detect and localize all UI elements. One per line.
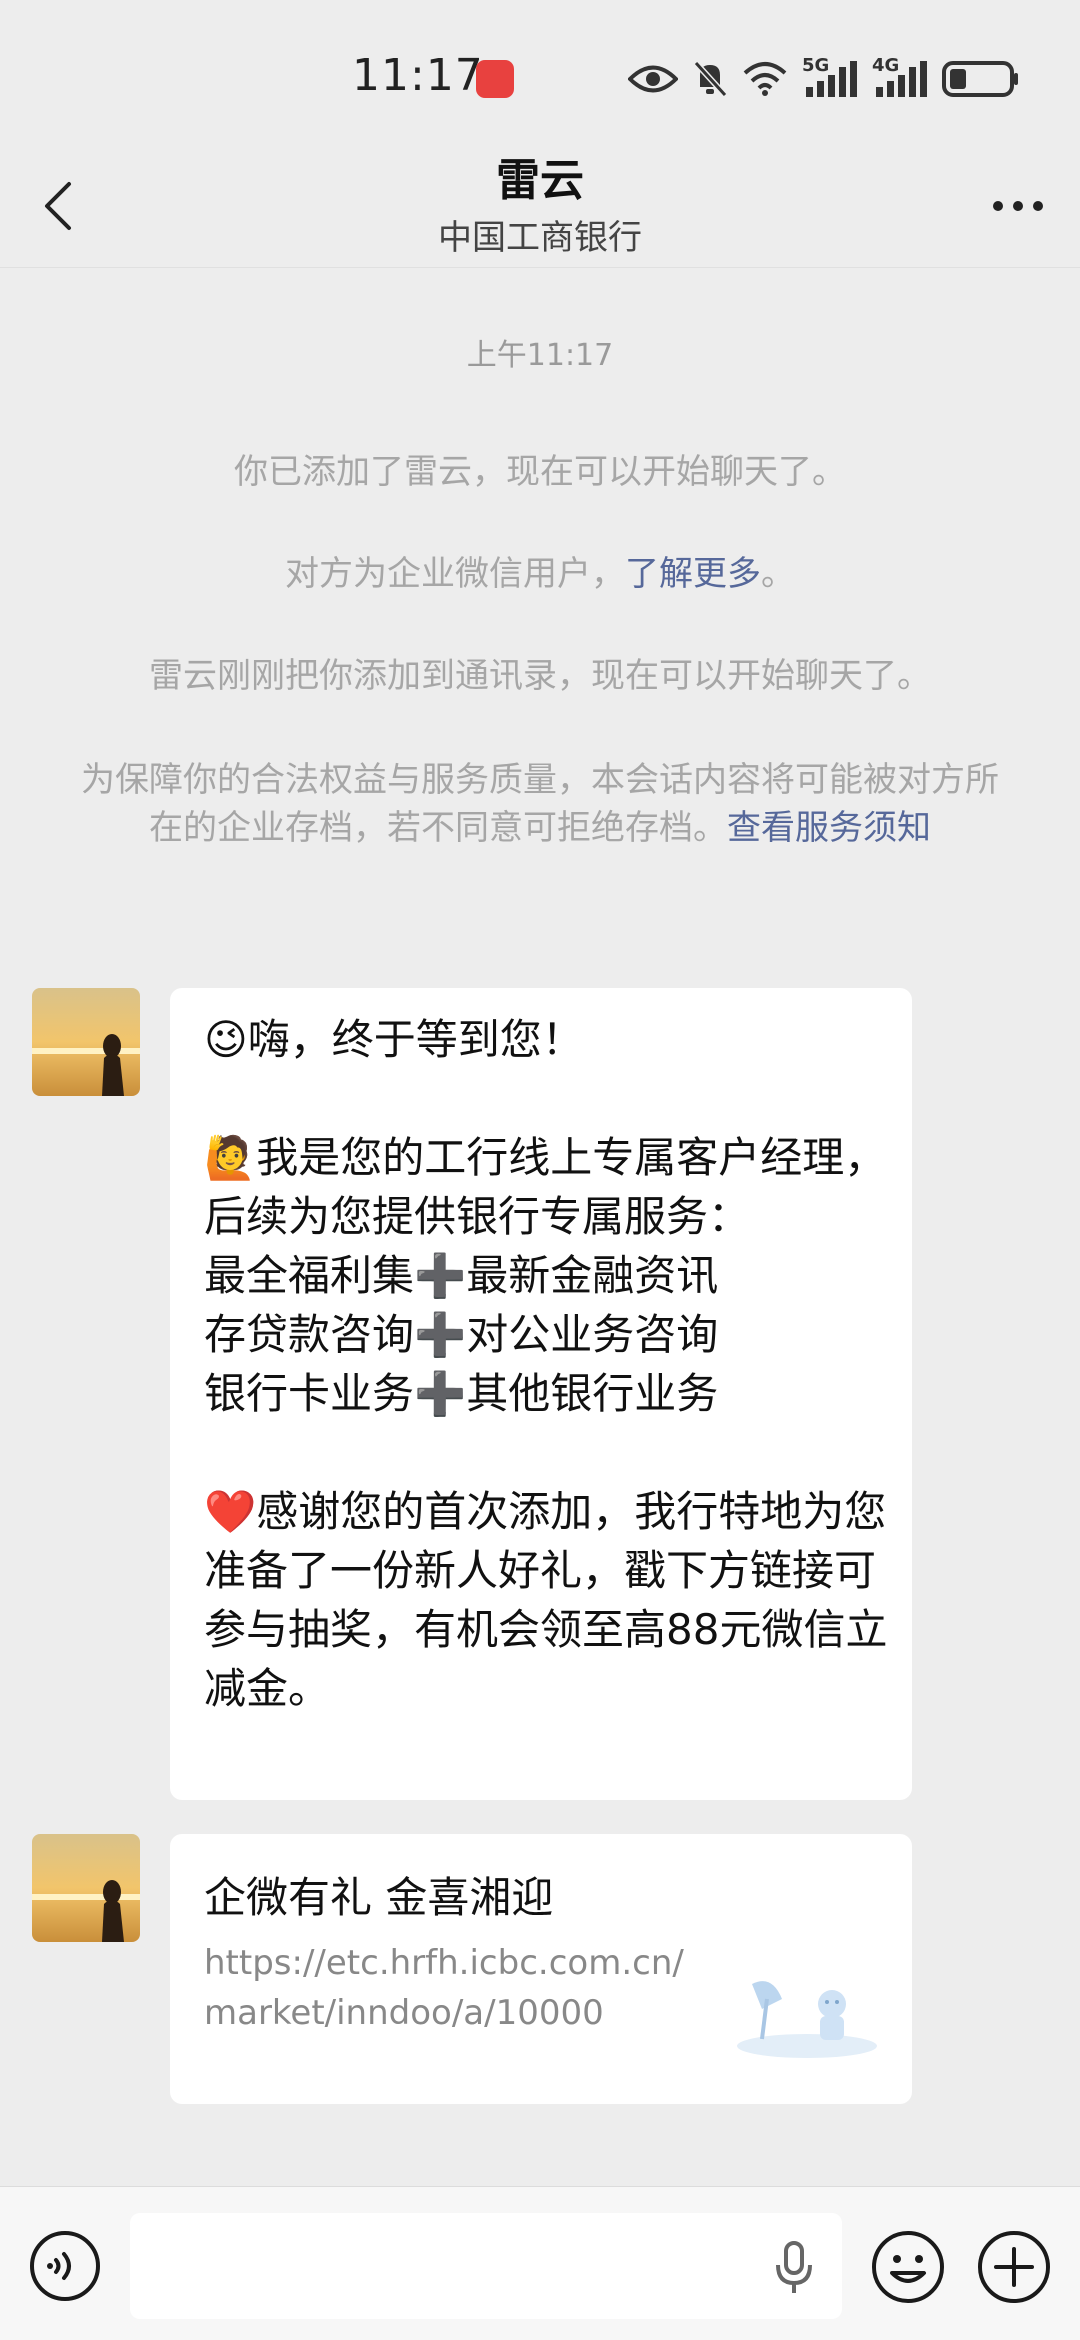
sender-avatar[interactable] [32, 988, 140, 1096]
battery-icon [942, 61, 1018, 97]
link-card-title: 企微有礼 金喜湘迎 [204, 1873, 554, 1922]
eye-icon [628, 65, 678, 93]
message-text: 😉嗨，终于等到您！ 🙋我是您的工行线上专属客户经理，后续为您提供银行专属服务： … [204, 1010, 904, 1718]
enterprise-notice: 对方为企业微信用户，了解更多。 [80, 550, 1000, 598]
signal-bars-icon [806, 61, 857, 97]
mic-icon[interactable] [770, 2239, 818, 2295]
archive-notice: 为保障你的合法权益与服务质量，本会话内容将可能被对方所在的企业存档，若不同意可拒… [80, 756, 1000, 852]
message-bubble[interactable]: 😉嗨，终于等到您！ 🙋我是您的工行线上专属客户经理，后续为您提供银行专属服务： … [170, 988, 912, 1800]
sender-avatar[interactable] [32, 1834, 140, 1942]
app-store-notification-icon [476, 60, 514, 98]
message-line: 最全福利集➕最新金融资讯 [204, 1251, 719, 1300]
avatar-image [32, 988, 140, 1096]
message-line: 我是您的工行线上专属客户经理，后续为您提供银行专属服务： [204, 1133, 887, 1241]
message-line: 嗨，终于等到您！ [247, 1015, 584, 1064]
status-time: 11:17 [352, 50, 484, 101]
more-dots-icon [993, 201, 1043, 211]
service-terms-link[interactable]: 查看服务须知 [727, 808, 931, 848]
wifi-icon [743, 62, 787, 96]
message-timestamp: 上午11:17 [466, 338, 614, 373]
contact-company: 中国工商银行 [438, 218, 642, 258]
message-line: 存贷款咨询➕对公业务咨询 [204, 1310, 719, 1359]
plus-icon[interactable] [976, 2229, 1052, 2305]
emoji-icon[interactable] [870, 2229, 946, 2305]
status-bar: 11:17 5G 4G [0, 0, 1080, 150]
signal-4g: 4G [872, 55, 928, 99]
message-input[interactable] [130, 2213, 842, 2319]
signal-5g: 5G [802, 55, 858, 99]
chat-input-bar [0, 2186, 1080, 2340]
enterprise-notice-suffix: 。 [761, 554, 795, 594]
signal-bars-icon [876, 61, 927, 97]
raising-hand-emoji: 🙋 [204, 1133, 257, 1182]
heart-emoji: ❤️ [204, 1487, 257, 1536]
avatar-image [32, 1834, 140, 1942]
status-icons: 5G 4G [628, 55, 1020, 102]
voice-icon[interactable] [28, 2229, 102, 2303]
link-card[interactable]: 企微有礼 金喜湘迎 https://etc.hrfh.icbc.com.cn/m… [170, 1834, 912, 2104]
mute-bell-icon [693, 60, 728, 98]
learn-more-link[interactable]: 了解更多 [625, 554, 761, 594]
link-card-url: https://etc.hrfh.icbc.com.cn/market/innd… [204, 1943, 684, 2033]
wink-emoji: 😉 [204, 1015, 248, 1064]
chat-header: 雷云 中国工商银行 [0, 150, 1080, 268]
contact-name: 雷云 [496, 155, 584, 206]
link-thumbnail-icon [737, 1981, 877, 2058]
enterprise-notice-text: 对方为企业微信用户， [285, 554, 625, 594]
message-line: 银行卡业务➕其他银行业务 [204, 1369, 719, 1418]
contacts-notice: 雷云刚刚把你添加到通讯录，现在可以开始聊天了。 [149, 656, 931, 696]
more-options-button[interactable] [986, 178, 1050, 234]
message-line: 感谢您的首次添加，我行特地为您准备了一份新人好礼，戳下方链接可参与抽奖，有机会领… [204, 1487, 888, 1713]
added-notice: 你已添加了雷云，现在可以开始聊天了。 [234, 452, 846, 492]
